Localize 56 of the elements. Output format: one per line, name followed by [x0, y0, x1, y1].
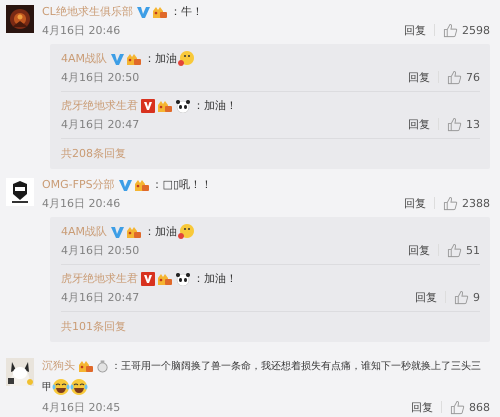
reply-link[interactable]: 回复 [411, 400, 433, 415]
panda-icon [175, 99, 191, 113]
comment-time: 4月16日 20:45 [42, 400, 120, 415]
comment-time: 4月16日 20:46 [42, 22, 120, 38]
reply-text: ：加油！ [193, 272, 237, 286]
reply-time: 4月16日 20:50 [61, 242, 140, 258]
verified-icon [141, 99, 155, 113]
comment-text: ：王哥用一个脑阔换了兽一条命，我还想着损失有点痛，谁知下一秒就换上了三头三 [111, 361, 481, 372]
thumbs-up-icon [447, 242, 462, 258]
medal-icon [96, 360, 109, 373]
comment-text: ：牛！ [170, 5, 203, 18]
reply-time: 4月16日 20:47 [61, 116, 140, 132]
reply-text: ：加油 [144, 52, 178, 66]
vip-badge-icon [134, 178, 150, 192]
laughing-emoji-icon [52, 378, 70, 396]
reply-link[interactable]: 回复 [408, 116, 430, 132]
like-button[interactable]: 76 [447, 70, 480, 85]
vip-badge-icon [126, 225, 142, 240]
vip-badge-icon [78, 359, 94, 374]
emoji-icon [177, 50, 196, 68]
laughing-emoji-icon [70, 378, 88, 396]
thumbs-up-icon [454, 290, 469, 305]
thumbs-up-icon [450, 400, 465, 415]
like-button[interactable]: 13 [447, 116, 480, 132]
like-button[interactable]: 9 [454, 290, 480, 305]
comment-time: 4月16日 20:46 [42, 196, 120, 211]
vip-badge-icon [126, 52, 142, 66]
like-button[interactable]: 2598 [443, 22, 490, 38]
vip-badge-icon [157, 99, 173, 113]
verified-icon [141, 272, 155, 286]
reply-time: 4月16日 20:50 [61, 70, 140, 85]
thumbs-up-icon [447, 116, 462, 132]
verified-icon [118, 178, 132, 192]
like-button[interactable]: 51 [447, 242, 480, 258]
verified-icon [110, 52, 124, 66]
comment-text: 甲 [42, 382, 52, 394]
like-button[interactable]: 868 [450, 400, 490, 415]
comment-text: ：□▯吼！！ [152, 178, 212, 192]
reply-link[interactable]: 回复 [408, 70, 430, 85]
reply-link[interactable]: 回复 [415, 290, 437, 305]
thumbs-up-icon [443, 196, 458, 211]
thumbs-up-icon [443, 22, 458, 38]
reply-link[interactable]: 回复 [404, 196, 426, 211]
panda-icon [175, 272, 191, 286]
reply-text: ：加油！ [193, 99, 237, 112]
thumbs-up-icon [447, 70, 462, 85]
reply-link[interactable]: 回复 [404, 22, 426, 38]
reply-time: 4月16日 20:47 [61, 290, 140, 305]
verified-icon [110, 225, 124, 240]
verified-icon [136, 4, 150, 19]
like-button[interactable]: 2388 [443, 196, 490, 211]
reply-text: ：加油 [144, 225, 178, 238]
vip-badge-icon [152, 4, 168, 19]
vip-badge-icon [157, 272, 173, 286]
emoji-icon [177, 223, 196, 242]
reply-link[interactable]: 回复 [408, 242, 430, 258]
